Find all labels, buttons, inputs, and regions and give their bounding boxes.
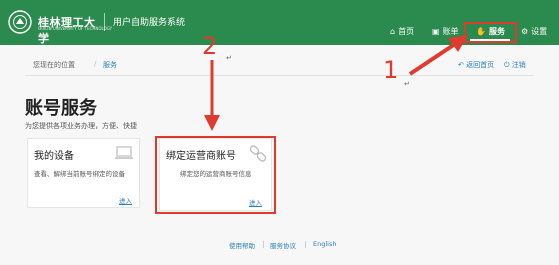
annotation-arrows	[204, 35, 468, 131]
footer-protocol-link[interactable]: 服务协议	[270, 240, 296, 250]
footer-help-link[interactable]: 使用帮助	[229, 240, 255, 250]
footer-divider	[263, 241, 264, 248]
return-mark: ↵	[404, 80, 410, 88]
step-number-1: 1	[383, 56, 399, 84]
step-number-2: 2	[202, 32, 218, 60]
return-mark: ↵	[226, 54, 232, 62]
arrow-to-service	[408, 35, 468, 76]
footer-divider	[305, 241, 306, 248]
arrow-to-card	[204, 60, 220, 131]
footer-english-link[interactable]: English	[313, 240, 336, 248]
